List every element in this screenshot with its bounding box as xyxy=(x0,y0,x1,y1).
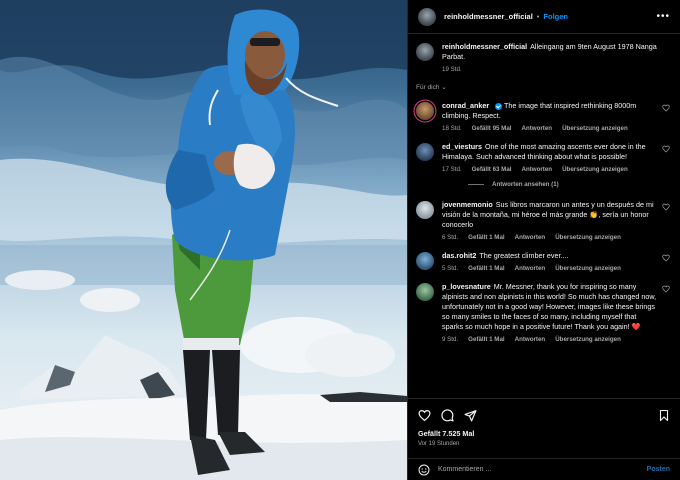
comment-time: 5 Std. xyxy=(442,265,459,272)
more-icon[interactable]: ••• xyxy=(656,11,670,22)
separator-dot: • xyxy=(536,12,540,21)
comment-likes[interactable]: Gefällt 63 Mal xyxy=(472,166,512,173)
share-icon[interactable] xyxy=(464,409,477,422)
translate-button[interactable]: Übersetzung anzeigen xyxy=(555,265,621,272)
post-header: reinholdmessner_official • Folgen ••• xyxy=(408,0,680,34)
comments-list[interactable]: reinholdmessner_official Alleingang am 9t… xyxy=(408,34,680,398)
comment-text: The greatest climber ever.... xyxy=(479,251,569,260)
reply-button[interactable]: Antworten xyxy=(522,166,553,173)
comment-time: 9 Std. xyxy=(442,336,459,343)
comment-username[interactable]: conrad_anker xyxy=(442,101,489,110)
heart-icon[interactable] xyxy=(662,254,670,262)
heart-icon[interactable] xyxy=(662,203,670,211)
heart-icon[interactable] xyxy=(662,285,670,293)
post-photo[interactable] xyxy=(0,0,407,480)
comment-time: 18 Std. xyxy=(442,125,462,132)
post-caption: reinholdmessner_official Alleingang am 9t… xyxy=(416,42,670,73)
commenter-avatar[interactable] xyxy=(416,102,434,120)
comment-likes[interactable]: Gefällt 1 Mal xyxy=(468,265,504,272)
for-you-label: Für dich xyxy=(416,84,440,91)
translate-button[interactable]: Übersetzung anzeigen xyxy=(555,234,621,241)
comment-username[interactable]: jovenmemonio xyxy=(442,200,493,209)
mountain-climber-image xyxy=(0,0,407,480)
comment-input[interactable]: Kommentieren ... xyxy=(438,466,491,473)
heart-icon[interactable] xyxy=(662,104,670,112)
for-you-filter[interactable]: Für dich ⌄ xyxy=(416,83,670,91)
verified-icon xyxy=(495,102,503,110)
reply-button[interactable]: Antworten xyxy=(515,336,546,343)
author-username[interactable]: reinholdmessner_official xyxy=(444,12,533,21)
comment-likes[interactable]: Gefällt 95 Mal xyxy=(472,125,512,132)
reply-button[interactable]: Antworten xyxy=(515,234,546,241)
post-time: Vor 19 Stunden xyxy=(418,441,460,447)
heart-icon[interactable] xyxy=(418,409,431,422)
chevron-down-icon: ⌄ xyxy=(441,84,447,91)
comment-item: conrad_anker The image that inspired ret… xyxy=(416,101,670,132)
commenter-avatar[interactable] xyxy=(416,252,434,270)
comment-composer: Kommentieren ... Posten xyxy=(408,458,680,480)
translate-button[interactable]: Übersetzung anzeigen xyxy=(562,166,628,173)
comment-time: 17 Std. xyxy=(442,166,462,173)
comment-item: jovenmemonio Sus libros marcaron un antes… xyxy=(416,200,670,241)
reply-button[interactable]: Antworten xyxy=(515,265,546,272)
post-comment-button[interactable]: Posten xyxy=(647,466,670,473)
translate-button[interactable]: Übersetzung anzeigen xyxy=(562,125,628,132)
author-avatar[interactable] xyxy=(418,7,436,26)
commenter-avatar[interactable] xyxy=(416,201,434,219)
like-count[interactable]: Gefällt 7.525 Mal xyxy=(418,429,670,438)
comment-likes[interactable]: Gefällt 1 Mal xyxy=(468,234,504,241)
caption-time: 19 Std. xyxy=(442,66,462,73)
comment-username[interactable]: das.rohit2 xyxy=(442,251,476,260)
view-replies-button[interactable]: Antworten ansehen (1) xyxy=(468,181,670,188)
emoji-icon[interactable] xyxy=(418,464,430,476)
comment-item: ed_viesturs One of the most amazing ascen… xyxy=(416,142,670,173)
heart-icon[interactable] xyxy=(662,145,670,153)
comment-time: 6 Std. xyxy=(442,234,459,241)
commenter-avatar[interactable] xyxy=(416,143,434,161)
caption-username[interactable]: reinholdmessner_official xyxy=(442,42,527,51)
action-icons xyxy=(418,407,670,423)
post-side-panel: reinholdmessner_official • Folgen ••• re… xyxy=(407,0,680,480)
translate-button[interactable]: Übersetzung anzeigen xyxy=(555,336,621,343)
view-replies-label: Antworten ansehen (1) xyxy=(492,181,559,188)
comment-likes[interactable]: Gefällt 1 Mal xyxy=(468,336,504,343)
comment-icon[interactable] xyxy=(441,408,454,422)
comment-username[interactable]: ed_viesturs xyxy=(442,142,482,151)
replies-divider xyxy=(468,184,484,185)
comment-item: p_lovesnature Mr. Messner, thank you for … xyxy=(416,282,670,343)
author-avatar[interactable] xyxy=(416,43,434,61)
bookmark-icon[interactable] xyxy=(658,409,670,422)
comment-item: das.rohit2 The greatest climber ever.... … xyxy=(416,251,670,272)
commenter-avatar[interactable] xyxy=(416,283,434,301)
reply-button[interactable]: Antworten xyxy=(522,125,553,132)
comment-username[interactable]: p_lovesnature xyxy=(442,282,491,291)
follow-button[interactable]: Folgen xyxy=(543,12,568,21)
